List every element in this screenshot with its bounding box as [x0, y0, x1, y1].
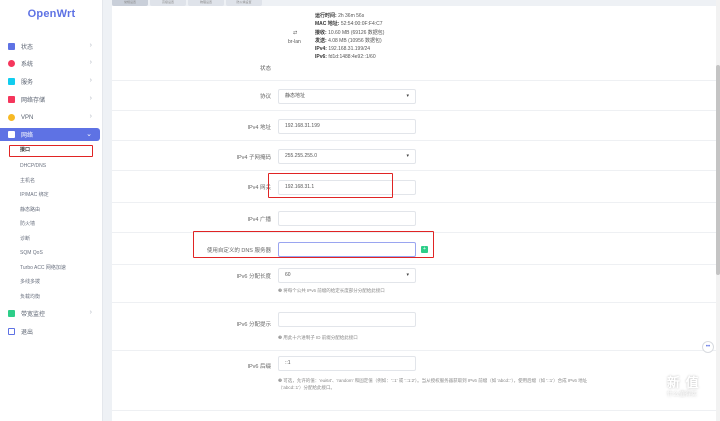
ipv6-hint-hint: ❷ 用此十六进制子 ID 前缀分配给此接口 [278, 335, 358, 340]
status-line: 发送: 4.08 MB (10956 数据包) [315, 37, 382, 44]
sidebar-item-network[interactable]: 网络 ⌄ [0, 128, 100, 141]
sub-item-load-balance[interactable]: 负载均衡 [20, 293, 40, 302]
ipv4-address-input[interactable]: 192.168.31.199 [278, 119, 416, 134]
sidebar-item-vpn[interactable]: VPN › [0, 111, 100, 124]
interface-name: br-lan [288, 39, 301, 45]
ipv6-suffix-hint: ❷ 可选，允许的值：'eui64'、'random' 和固定值（例如：'::1'… [278, 378, 588, 390]
ipv6-suffix-input[interactable]: ::1 [278, 356, 416, 371]
sidebar-item-label: 服务 [21, 80, 34, 86]
sidebar-item-bandwidth[interactable]: 带宽监控 › [0, 307, 100, 320]
status-line: 接收: 10.60 MB (69126 数据包) [315, 29, 385, 36]
row-netmask: IPv4 子网掩码 255.255.255.0 ▾ [112, 140, 716, 170]
logout-icon [8, 328, 15, 335]
caret-down-icon: ▾ [406, 272, 409, 278]
sidebar-item-logout[interactable]: 退出 [0, 325, 100, 338]
sidebar: OpenWrt 状态 › 系统 › 服务 › 网络存储 › VPN › 网络 ⌄… [0, 0, 103, 421]
vpn-icon [8, 114, 15, 121]
sub-item-static-routes[interactable]: 静态路由 [20, 206, 40, 215]
sub-item-turbo-acc[interactable]: Turbo ACC 网络加速 [20, 264, 66, 273]
sidebar-item-label: 带宽监控 [21, 312, 46, 318]
row-broadcast: IPv4 广播 [112, 202, 716, 232]
interface-icon: ⇄ [293, 30, 298, 36]
sidebar-item-label: 状态 [21, 45, 34, 51]
scrollbar-thumb[interactable] [716, 65, 720, 275]
row-protocol: 协议 静态地址 ▾ [112, 80, 716, 110]
row-ipv6-assign: IPv6 分配长度 60 ▾ ❷ 将每个公共 IPv6 前缀的给定长度部分分配给此… [112, 264, 716, 302]
row-ipv6-hint: IPv6 分配提示 ❷ 用此十六进制子 ID 前缀分配给此接口 [112, 302, 716, 350]
ipv6-assign-select[interactable]: 60 ▾ [278, 268, 416, 283]
sidebar-item-label: 网络 [21, 133, 34, 139]
ipv6-hint-label: IPv6 分配提示 [236, 322, 271, 328]
chevron-right-icon: › [89, 95, 92, 102]
ipv6-suffix-label: IPv6 后缀 [247, 364, 271, 370]
ipv4-address-label: IPv4 地址 [247, 125, 271, 131]
chevron-right-icon: › [89, 42, 92, 49]
sub-item-ip-mac-binding[interactable]: IP/MAC 绑定 [20, 191, 49, 200]
sidebar-item-label: 退出 [21, 330, 34, 336]
status-line: IPv6: fd1d:1488:4e92::1/60 [315, 54, 376, 61]
chevron-down-icon: ⌄ [86, 131, 92, 138]
row-gateway: IPv4 网关 192.168.31.1 [112, 170, 716, 202]
status-line: 运行时间: 2h 36m 56s [315, 13, 365, 19]
netmask-label: IPv4 子网掩码 [236, 155, 271, 161]
openwrt-logo: OpenWrt [27, 8, 76, 20]
watermark: 新 值 什么值得买 [667, 375, 700, 398]
highlight-box-interfaces [9, 145, 93, 157]
caret-down-icon: ▾ [406, 153, 409, 159]
status-line: IPv4: 192.168.31.199/24 [315, 46, 371, 53]
sub-item-diagnostics[interactable]: 诊断 [20, 235, 30, 244]
chevron-right-icon: › [89, 77, 92, 84]
highlight-box-gateway [268, 173, 393, 198]
sidebar-item-label: 系统 [21, 62, 34, 68]
netmask-select[interactable]: 255.255.255.0 ▾ [278, 149, 416, 164]
caret-down-icon: ▾ [406, 93, 409, 99]
bandwidth-icon [8, 310, 15, 317]
sidebar-item-label: 网络存储 [21, 98, 46, 104]
gateway-label: IPv4 网关 [247, 185, 271, 191]
broadcast-label: IPv4 广播 [247, 217, 271, 223]
sidebar-item-status[interactable]: 状态 › [0, 40, 100, 53]
protocol-label: 协议 [259, 94, 271, 100]
sub-item-sqm-qos[interactable]: SQM QoS [20, 249, 43, 258]
sidebar-item-services[interactable]: 服务 › [0, 75, 100, 88]
ipv6-assign-hint: ❷ 将每个公共 IPv6 前缀的给定长度部分分配给此接口 [278, 288, 385, 293]
sub-item-hostnames[interactable]: 主机名 [20, 177, 35, 186]
services-icon [8, 78, 15, 85]
interface-settings-panel: 状态 ⇄ br-lan 运行时间: 2h 36m 56s MAC 地址: 52:… [112, 6, 716, 421]
row-divider [112, 410, 716, 421]
sub-item-dhcp-dns[interactable]: DHCP/DNS [20, 162, 46, 171]
sub-item-multi-dial[interactable]: 多线多拨 [20, 278, 40, 287]
row-ipv6-suffix: IPv6 后缀 ::1 ❷ 可选，允许的值：'eui64'、'random' 和… [112, 350, 716, 410]
highlight-box-dns [193, 231, 434, 258]
ipv6-assign-label: IPv6 分配长度 [236, 274, 271, 280]
status-info: 运行时间: 2h 36m 56s MAC 地址: 52:54:00:0F:F4:… [315, 12, 384, 62]
broadcast-input[interactable] [278, 211, 416, 226]
status-line: MAC 地址: 52:54:00:0F:F4:C7 [315, 21, 383, 28]
gear-icon [8, 60, 15, 67]
network-icon [8, 131, 15, 138]
sidebar-item-label: VPN [21, 114, 34, 121]
protocol-select[interactable]: 静态地址 ▾ [278, 89, 416, 104]
sidebar-item-storage[interactable]: 网络存储 › [0, 93, 100, 106]
storage-icon [8, 96, 15, 103]
row-ipv4-address: IPv4 地址 192.168.31.199 [112, 110, 716, 140]
chevron-right-icon: › [89, 59, 92, 66]
sub-item-firewall[interactable]: 防火墙 [20, 220, 35, 229]
assistant-icon[interactable]: •• [702, 341, 714, 353]
chevron-right-icon: › [89, 113, 92, 120]
sidebar-item-system[interactable]: 系统 › [0, 57, 100, 70]
chevron-right-icon: › [89, 309, 92, 316]
ipv6-hint-input[interactable] [278, 312, 416, 327]
grid-icon [8, 43, 15, 50]
status-label: 状态 [259, 66, 271, 72]
